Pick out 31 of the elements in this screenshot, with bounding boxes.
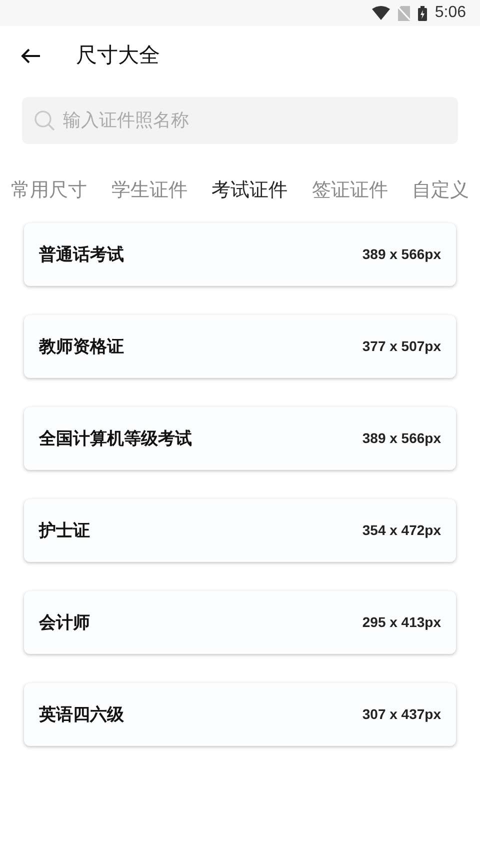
item-size: 295 x 413px bbox=[362, 613, 441, 632]
size-item-card[interactable]: 教师资格证 377 x 507px bbox=[24, 315, 456, 378]
item-size: 389 x 566px bbox=[362, 429, 441, 448]
size-item-card[interactable]: 会计师 295 x 413px bbox=[24, 591, 456, 654]
page-title: 尺寸大全 bbox=[76, 43, 160, 70]
size-item-card[interactable]: 全国计算机等级考试 389 x 566px bbox=[24, 407, 456, 470]
battery-icon bbox=[418, 6, 427, 20]
search-field[interactable]: 输入证件照名称 bbox=[22, 97, 458, 144]
size-item-card[interactable]: 英语四六级 307 x 437px bbox=[24, 683, 456, 746]
item-name: 会计师 bbox=[39, 612, 90, 634]
item-name: 教师资格证 bbox=[39, 336, 124, 358]
category-tab[interactable]: 自定义 bbox=[412, 176, 469, 206]
no-sim-icon bbox=[398, 6, 410, 20]
item-size: 389 x 566px bbox=[362, 245, 441, 264]
item-size: 377 x 507px bbox=[362, 337, 441, 356]
item-size: 307 x 437px bbox=[362, 705, 441, 724]
category-tab[interactable]: 考试证件 bbox=[212, 176, 288, 206]
status-time: 5:06 bbox=[434, 3, 466, 23]
category-tab[interactable]: 学生证件 bbox=[111, 176, 188, 206]
size-item-card[interactable]: 护士证 354 x 472px bbox=[24, 499, 456, 562]
item-name: 全国计算机等级考试 bbox=[39, 428, 192, 450]
wifi-icon bbox=[372, 6, 390, 20]
item-name: 护士证 bbox=[39, 520, 90, 542]
item-name: 普通话考试 bbox=[39, 244, 124, 266]
item-size: 354 x 472px bbox=[362, 521, 441, 540]
search-icon bbox=[34, 110, 55, 131]
category-tab[interactable]: 签证证件 bbox=[312, 176, 388, 206]
back-arrow-icon bbox=[21, 48, 41, 64]
size-item-card[interactable]: 普通话考试 389 x 566px bbox=[24, 223, 456, 286]
category-tab[interactable]: 常用尺寸 bbox=[11, 176, 87, 206]
item-name: 英语四六级 bbox=[39, 704, 124, 726]
